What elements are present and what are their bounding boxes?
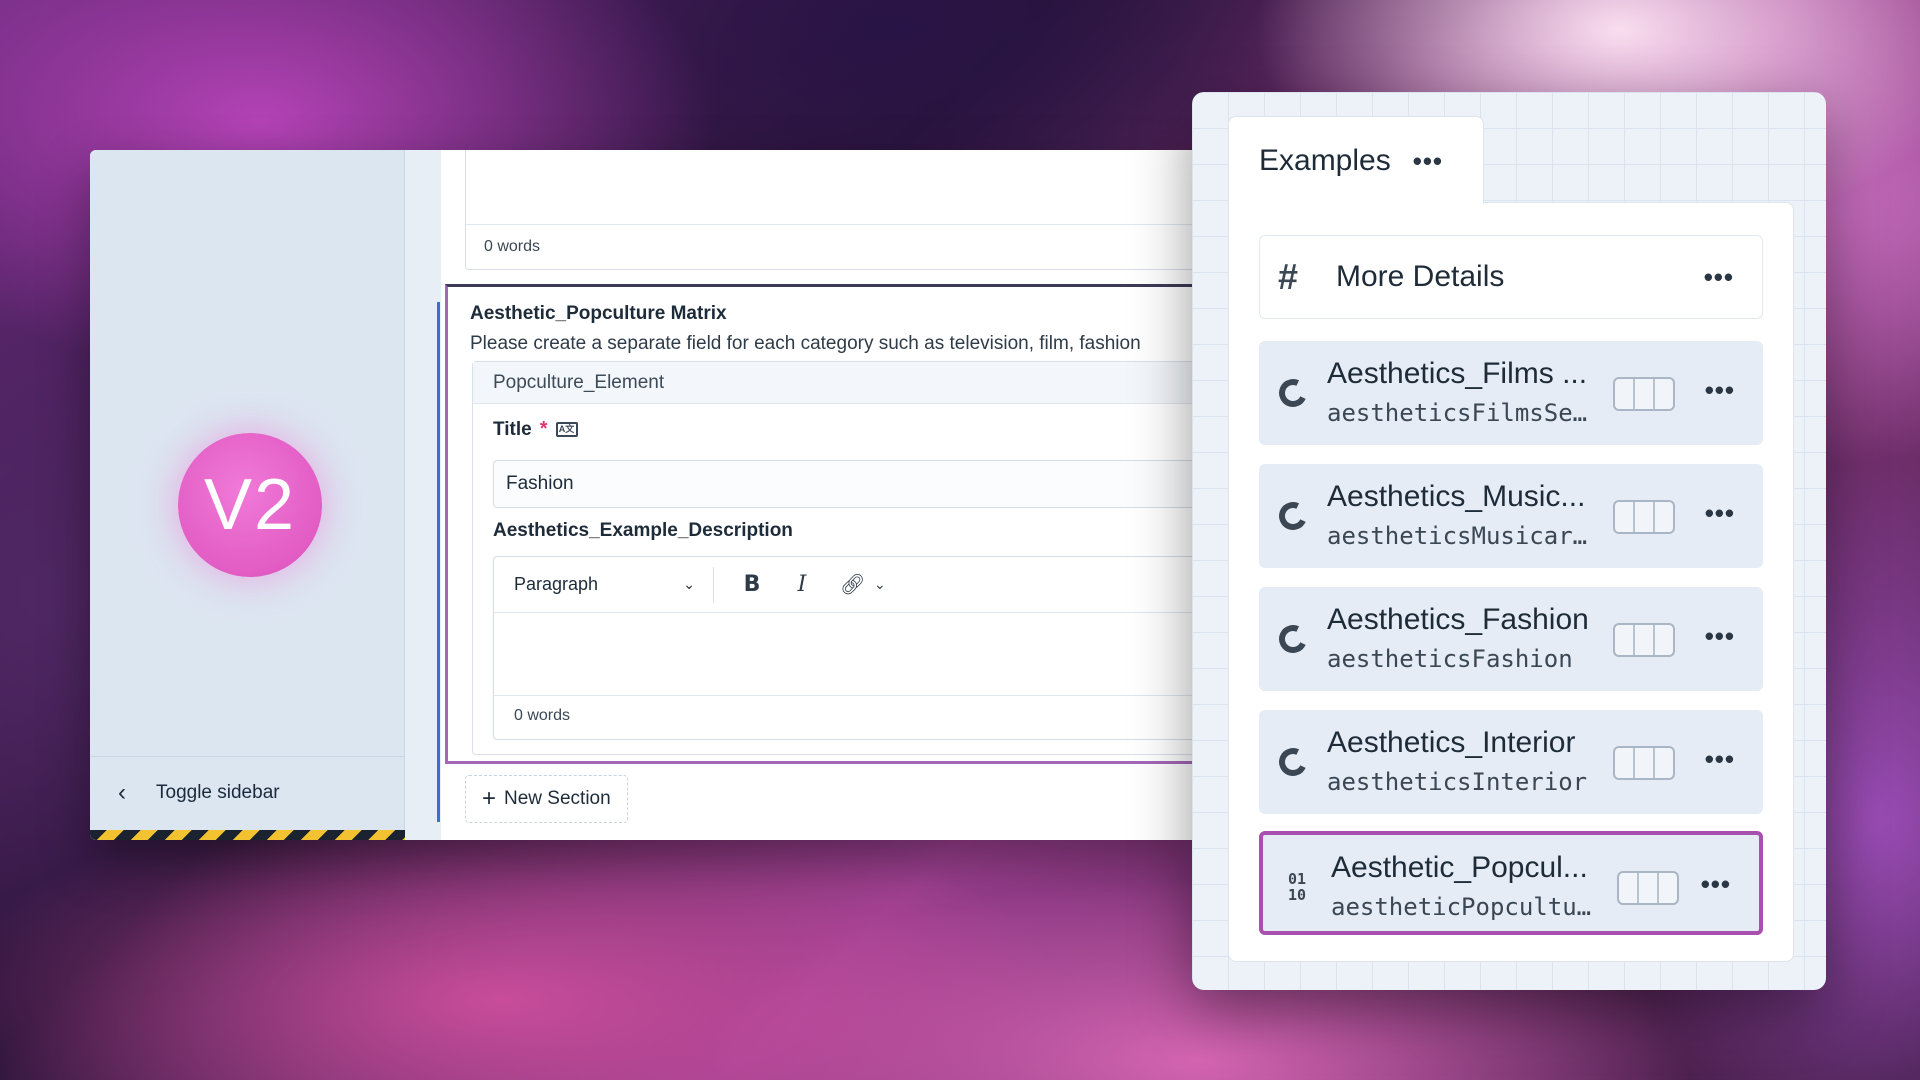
entry-title: Aesthetics_Music... [1327, 480, 1586, 513]
content-gutter [405, 150, 441, 840]
columns-toggle[interactable] [1613, 377, 1675, 411]
block-format-select[interactable]: Paragraph ⌄ [514, 566, 714, 603]
link-options-chevron-icon[interactable]: ⌄ [874, 576, 886, 593]
more-options-icon[interactable]: ••• [1705, 623, 1735, 649]
entry-handle: aestheticsMusicar… [1327, 522, 1588, 550]
italic-button[interactable]: I [790, 572, 814, 597]
cms-icon [1275, 375, 1311, 411]
columns-toggle[interactable] [1617, 871, 1679, 905]
columns-toggle[interactable] [1613, 623, 1675, 657]
title-label-text: Title [493, 418, 532, 440]
entry-handle: aestheticPopcultu… [1331, 893, 1592, 921]
tab-label: Examples [1259, 143, 1391, 177]
entry-row[interactable]: Aesthetics_Fashion aestheticsFashion ••• [1259, 587, 1763, 691]
word-count: 0 words [494, 695, 1200, 739]
field-divider [466, 224, 1200, 225]
hash-icon: # [1278, 256, 1299, 297]
previous-rich-text-field[interactable]: 0 words [465, 150, 1200, 270]
more-options-icon[interactable]: ••• [1413, 148, 1443, 174]
examples-panel: Examples ••• # More Details ••• Aestheti… [1192, 92, 1826, 990]
rich-text-editor: Paragraph ⌄ B I 🔗︎ ⌄ 0 words [493, 556, 1200, 740]
active-field-indicator [437, 302, 440, 822]
new-section-button[interactable]: + New Section [465, 775, 628, 823]
plus-icon: + [482, 785, 497, 812]
more-options-icon[interactable]: ••• [1704, 264, 1734, 290]
entry-row[interactable]: Aesthetics_Music... aestheticsMusicar… •… [1259, 464, 1763, 568]
editor-window: V2 ‹ Toggle sidebar 0 words Aesthetic_Po… [90, 150, 1200, 840]
tab-examples[interactable]: Examples ••• [1228, 116, 1484, 204]
element-type-header[interactable]: Popculture_Element [473, 362, 1200, 404]
block-format-value: Paragraph [514, 574, 599, 594]
chevron-left-icon: ‹ [118, 778, 126, 806]
more-options-icon[interactable]: ••• [1701, 871, 1731, 897]
entry-title: Aesthetics_Fashion [1327, 603, 1589, 636]
entry-title: Aesthetics_Interior [1327, 726, 1576, 759]
more-details-field[interactable]: # More Details ••• [1259, 235, 1763, 319]
required-icon: * [539, 418, 548, 440]
matrix-element-card: Popculture_Element Title * A文 Fashion Ae… [472, 361, 1200, 755]
translatable-icon: A文 [555, 422, 578, 437]
more-options-icon[interactable]: ••• [1705, 746, 1735, 772]
binary-icon-glyph: 01 10 [1287, 870, 1307, 904]
entry-row[interactable]: Aesthetics_Interior aestheticsInterior •… [1259, 710, 1763, 814]
matrix-title: Aesthetic_Popculture Matrix [470, 303, 727, 324]
toggle-sidebar-button[interactable]: ‹ Toggle sidebar [90, 756, 405, 828]
chevron-down-icon: ⌄ [683, 576, 695, 592]
cms-icon [1275, 744, 1311, 780]
hazard-stripe [90, 830, 405, 840]
more-options-icon[interactable]: ••• [1705, 377, 1735, 403]
entry-handle: aestheticsFilmsSe… [1327, 399, 1588, 427]
rich-text-body[interactable] [494, 613, 1200, 697]
rich-text-toolbar: Paragraph ⌄ B I 🔗︎ ⌄ [494, 557, 1200, 613]
columns-toggle[interactable] [1613, 746, 1675, 780]
toggle-sidebar-label: Toggle sidebar [156, 781, 280, 803]
entry-row-selected[interactable]: 01 10 Aesthetic_Popcul... aestheticPopcul… [1259, 831, 1763, 935]
link-icon[interactable]: 🔗︎ [840, 572, 865, 597]
examples-tab-body: # More Details ••• Aesthetics_Films ... … [1228, 202, 1794, 962]
entry-row[interactable]: Aesthetics_Films ... aestheticsFilmsSe… … [1259, 341, 1763, 445]
more-details-label: More Details [1336, 260, 1505, 293]
more-options-icon[interactable]: ••• [1705, 500, 1735, 526]
new-section-label: New Section [504, 788, 611, 809]
editor-content: 0 words Aesthetic_Popculture Matrix Plea… [441, 150, 1200, 840]
cms-icon [1275, 498, 1311, 534]
cms-icon [1275, 621, 1311, 657]
title-input[interactable]: Fashion [493, 460, 1200, 508]
description-field-label: Aesthetics_Example_Description [493, 520, 793, 541]
bold-button[interactable]: B [740, 572, 764, 597]
title-field-label: Title * A文 [493, 418, 578, 441]
sidebar: V2 ‹ Toggle sidebar [90, 150, 405, 840]
matrix-description: Please create a separate field for each … [470, 333, 1141, 354]
version-badge: V2 [178, 433, 322, 577]
entry-handle: aestheticsInterior [1327, 768, 1588, 796]
columns-toggle[interactable] [1613, 500, 1675, 534]
entry-title: Aesthetics_Films ... [1327, 357, 1588, 390]
entry-handle: aestheticsFashion [1327, 645, 1573, 673]
binary-icon: 01 10 [1281, 871, 1313, 903]
entry-title: Aesthetic_Popcul... [1331, 851, 1588, 884]
matrix-field: Aesthetic_Popculture Matrix Please creat… [445, 284, 1200, 764]
word-count: 0 words [484, 238, 541, 255]
